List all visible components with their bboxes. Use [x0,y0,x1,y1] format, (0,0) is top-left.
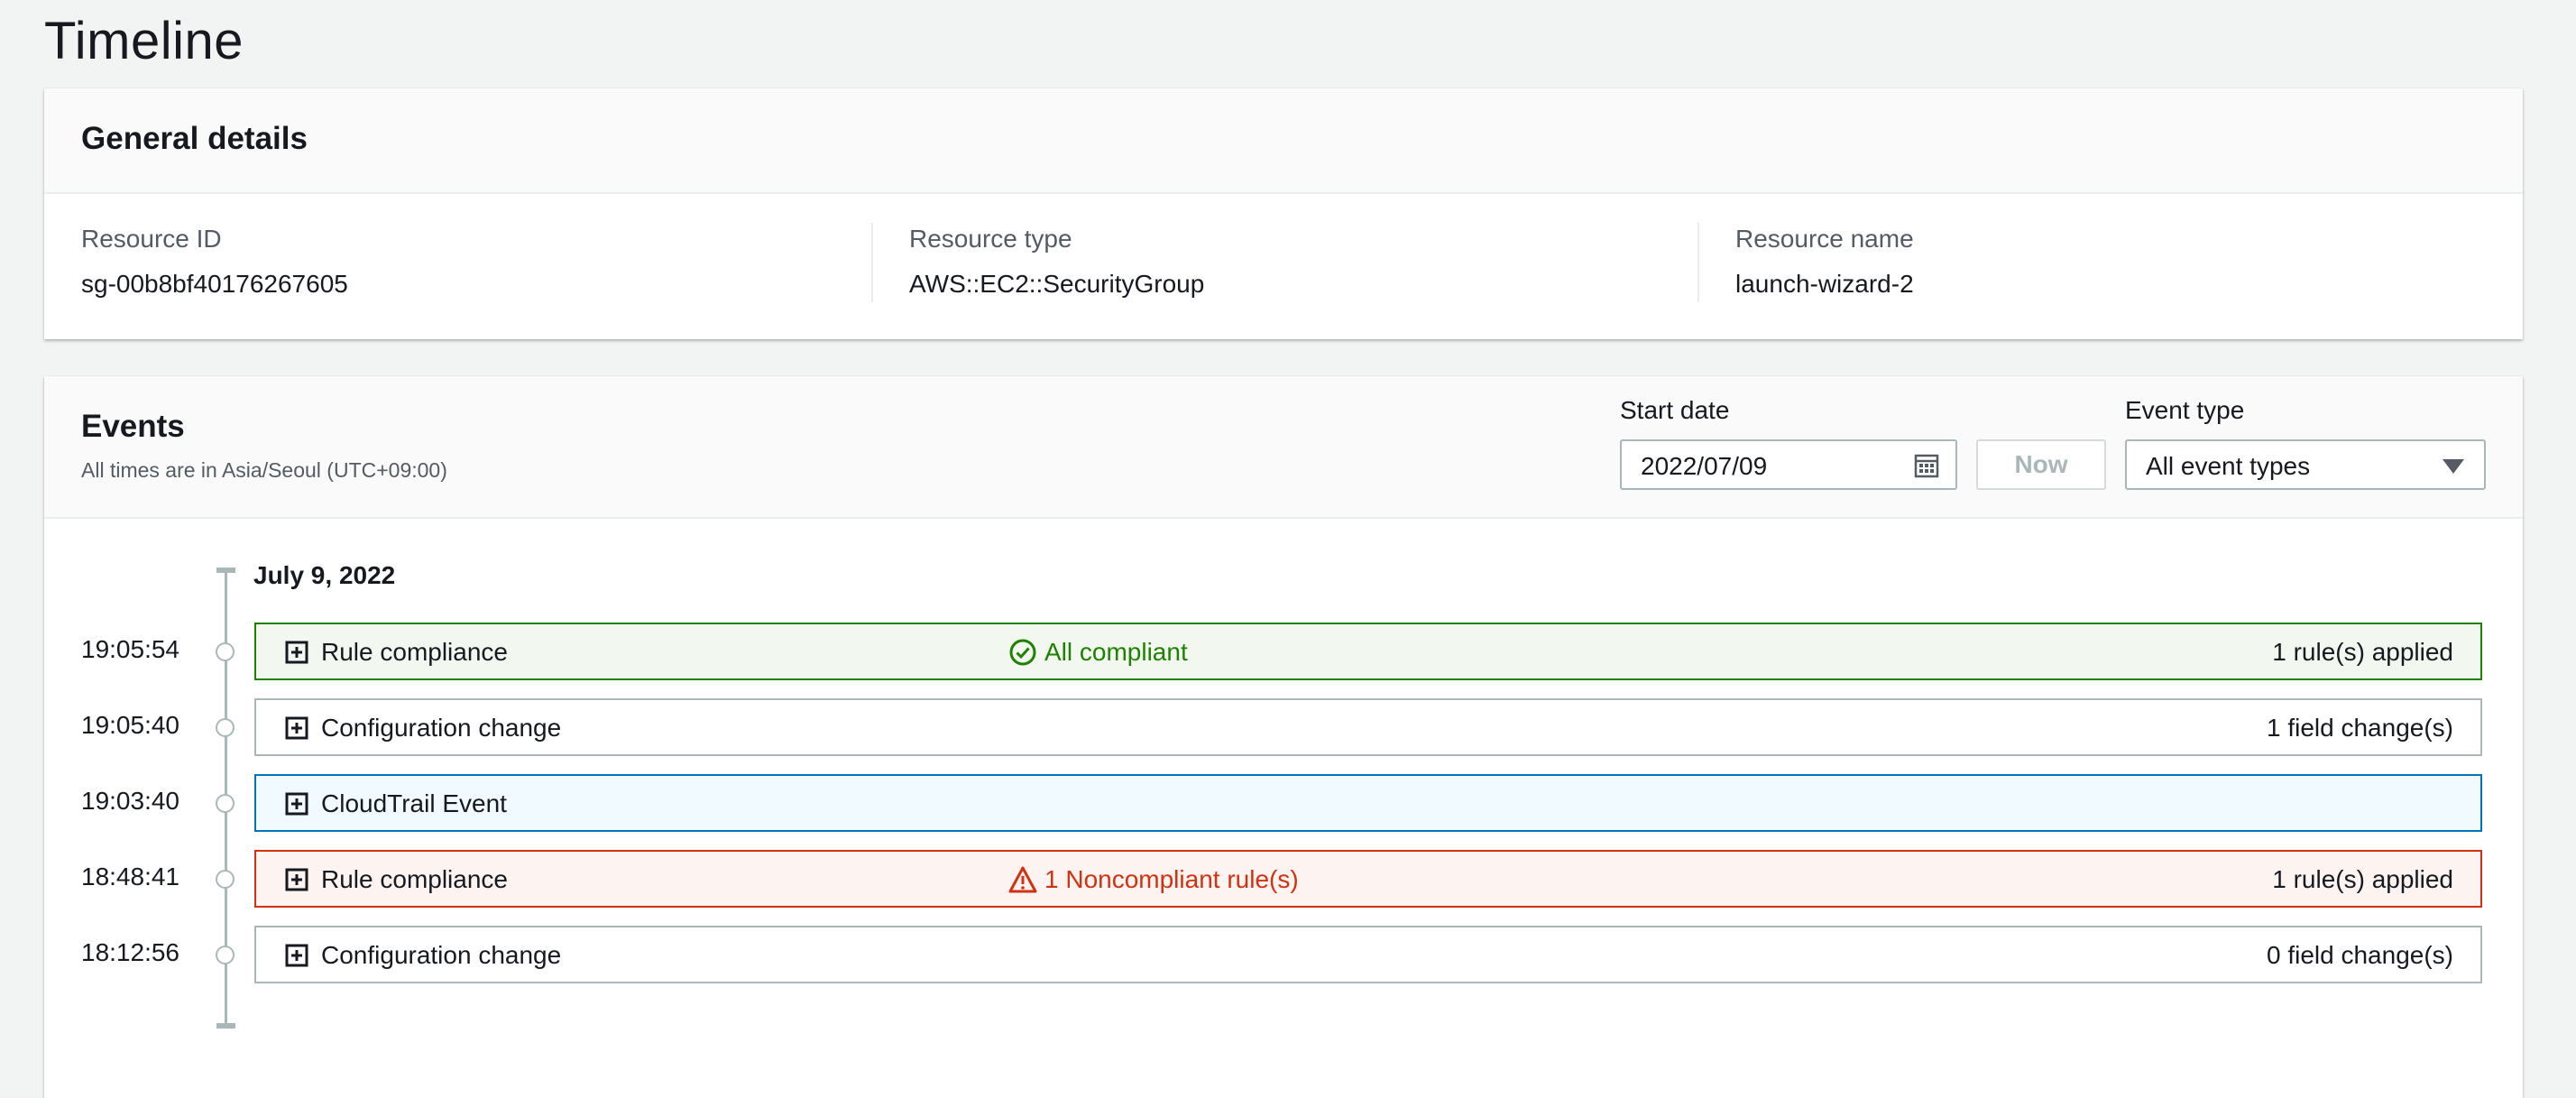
resource-type-label: Resource type [909,225,1072,253]
event-type-value: All event types [2146,452,2311,480]
general-details-fields: Resource ID sg-00b8bf40176267605 Resourc… [44,194,2523,339]
event-item-rule-compliance[interactable]: Rule compliance 1 Noncompliant rule(s) 1… [254,850,2482,908]
calendar-icon[interactable] [1914,453,1939,478]
timeline-event-row: 19:05:40 Configuration change 1 field ch… [44,698,2523,756]
start-date-value: 2022/07/09 [1641,452,1768,480]
event-label: Rule compliance [321,638,508,666]
resource-type-field: Resource type AWS::EC2::SecurityGroup [871,223,1697,302]
event-summary: 1 rule(s) applied [2272,638,2453,666]
resource-name-label: Resource name [1735,225,1914,253]
events-panel: Events All times are in Asia/Seoul (UTC+… [44,376,2523,1098]
event-time: 19:05:54 [81,635,179,663]
event-summary: 1 field change(s) [2266,714,2453,742]
event-status: 1 Noncompliant rule(s) [1008,865,1299,894]
resource-id-label: Resource ID [81,225,222,253]
event-time: 18:48:41 [81,863,179,890]
expand-plus-icon[interactable] [285,792,308,816]
timeline-start-cap [216,567,235,573]
general-details-title: General details [81,121,308,156]
resource-name-field: Resource name launch-wizard-2 [1697,223,2491,302]
event-label: Configuration change [321,941,562,969]
page-title: Timeline [44,12,244,70]
event-type-select[interactable]: All event types [2125,439,2486,490]
event-status-text: All compliant [1044,638,1188,666]
start-date-input[interactable]: 2022/07/09 [1620,439,1957,490]
caret-down-icon [2443,459,2464,474]
expand-plus-icon[interactable] [285,716,308,740]
event-label: CloudTrail Event [321,789,507,817]
start-date-label: Start date [1620,396,1730,424]
timeline-event-row: 19:03:40 CloudTrail Event [44,774,2523,832]
event-item-configuration-change[interactable]: Configuration change 0 field change(s) [254,926,2482,983]
timeline-dot [216,718,235,737]
timeline-dot [216,946,235,964]
resource-id-value: sg-00b8bf40176267605 [81,270,348,298]
timeline-dot [216,870,235,889]
timeline-date-heading: July 9, 2022 [253,561,396,589]
event-time: 19:05:40 [81,711,179,739]
check-circle-icon [1009,639,1036,666]
timeline-event-row: 18:12:56 Configuration change 0 field ch… [44,926,2523,983]
timeline-event-row: 18:48:41 Rule compliance 1 Noncompliant … [44,850,2523,908]
event-summary: 1 rule(s) applied [2272,865,2453,893]
general-details-panel: General details Resource ID sg-00b8bf401… [44,88,2523,339]
event-time: 19:03:40 [81,787,179,815]
events-title: Events [81,409,185,444]
event-status-text: 1 Noncompliant rule(s) [1044,865,1299,893]
events-header: Events All times are in Asia/Seoul (UTC+… [44,376,2523,519]
expand-plus-icon[interactable] [285,868,308,891]
timeline-dot [216,642,235,661]
timeline-dot [216,794,235,813]
event-label: Rule compliance [321,865,508,893]
expand-plus-icon[interactable] [285,641,308,664]
resource-id-field: Resource ID sg-00b8bf40176267605 [81,223,875,302]
event-status: All compliant [1008,638,1188,667]
general-details-header: General details [44,88,2523,194]
event-item-cloudtrail-event[interactable]: CloudTrail Event [254,774,2482,832]
event-item-rule-compliance[interactable]: Rule compliance All compliant 1 rule(s) … [254,623,2482,680]
event-summary: 0 field change(s) [2266,941,2453,969]
event-item-configuration-change[interactable]: Configuration change 1 field change(s) [254,698,2482,756]
timeline-event-row: 19:05:54 Rule compliance All compliant 1… [44,623,2523,680]
warning-triangle-icon [1008,866,1037,893]
now-button[interactable]: Now [1976,439,2106,490]
event-label: Configuration change [321,714,562,742]
events-timezone-note: All times are in Asia/Seoul (UTC+09:00) [81,458,447,482]
resource-type-value: AWS::EC2::SecurityGroup [909,270,1205,298]
resource-name-value: launch-wizard-2 [1735,270,1914,298]
timeline-end-cap [216,1023,235,1029]
event-type-label: Event type [2125,396,2245,424]
expand-plus-icon[interactable] [285,944,308,967]
event-time: 18:12:56 [81,938,179,966]
